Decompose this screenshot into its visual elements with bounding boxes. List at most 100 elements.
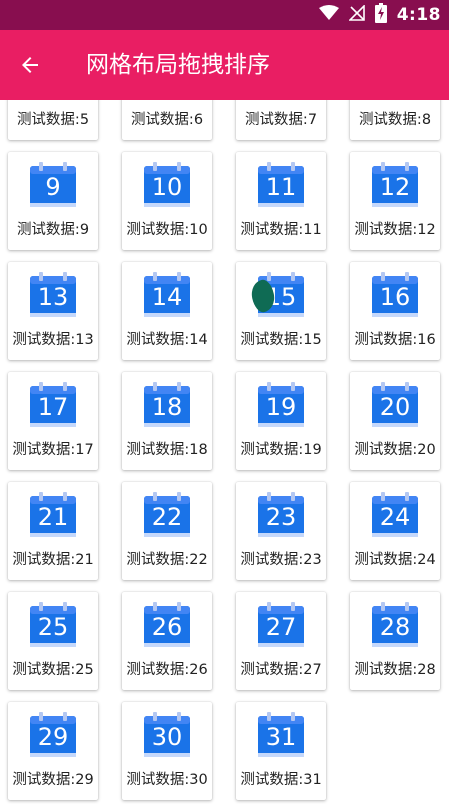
grid-item-card[interactable]: 19 测试数据:19 xyxy=(236,372,326,470)
grid-item-label: 测试数据:31 xyxy=(240,772,322,788)
grid-item-label: 测试数据:13 xyxy=(12,332,94,348)
calendar-icon: 15 xyxy=(248,270,305,318)
sortable-grid[interactable]: 测试数据:5 测试数据:6 测试数据:7 测试数据:8 9 测试数据:9 10 测试数据:10… xyxy=(0,100,449,804)
grid-item-label: 测试数据:22 xyxy=(126,552,208,568)
calendar-icon: 27 xyxy=(257,600,305,648)
calendar-day-number: 10 xyxy=(151,173,183,201)
grid-item-card[interactable]: 30 测试数据:30 xyxy=(122,702,212,800)
calendar-day-number: 13 xyxy=(37,283,69,311)
grid-item-label: 测试数据:28 xyxy=(354,662,436,678)
page-title: 网格布局拖拽排序 xyxy=(86,52,270,78)
grid-item-label: 测试数据:23 xyxy=(240,552,322,568)
calendar-day-number: 12 xyxy=(379,173,411,201)
wifi-icon xyxy=(318,5,339,25)
grid-item-card[interactable]: 9 测试数据:9 xyxy=(8,152,98,250)
grid-item-label: 测试数据:25 xyxy=(12,662,94,678)
grid-item-card[interactable]: 14 测试数据:14 xyxy=(122,262,212,360)
grid-item-label: 测试数据:18 xyxy=(126,442,208,458)
grid-item-label: 测试数据:29 xyxy=(12,772,94,788)
grid-item-card[interactable]: 17 测试数据:17 xyxy=(8,372,98,470)
app-bar: 网格布局拖拽排序 xyxy=(0,30,449,100)
grid-item-card[interactable]: 测试数据:6 xyxy=(122,100,212,140)
calendar-icon: 31 xyxy=(257,710,305,758)
grid-item-label: 测试数据:24 xyxy=(354,552,436,568)
grid-item-card[interactable]: 15 测试数据:15 xyxy=(236,262,326,360)
status-time: 4:18 xyxy=(396,5,441,25)
grid-item-label: 测试数据:21 xyxy=(12,552,94,568)
grid-item-card[interactable]: 测试数据:8 xyxy=(350,100,440,140)
status-icons: 4:18 xyxy=(318,0,441,30)
grid-item-card[interactable]: 29 测试数据:29 xyxy=(8,702,98,800)
calendar-icon: 26 xyxy=(143,600,191,648)
grid-item-card[interactable]: 22 测试数据:22 xyxy=(122,482,212,580)
grid-item-card[interactable]: 31 测试数据:31 xyxy=(236,702,326,800)
grid-item-label: 测试数据:16 xyxy=(354,332,436,348)
calendar-day-number: 28 xyxy=(379,613,411,641)
calendar-day-number: 24 xyxy=(379,503,411,531)
grid-item-label: 测试数据:8 xyxy=(358,112,432,128)
calendar-icon: 10 xyxy=(143,160,191,208)
grid-item-card[interactable]: 28 测试数据:28 xyxy=(350,592,440,690)
calendar-icon: 28 xyxy=(371,600,419,648)
grid-item-label: 测试数据:11 xyxy=(240,222,322,238)
calendar-icon: 24 xyxy=(371,490,419,538)
grid-item-card[interactable]: 11 测试数据:11 xyxy=(236,152,326,250)
arrow-left-icon xyxy=(22,57,38,73)
calendar-icon: 16 xyxy=(371,270,419,318)
calendar-day-number: 20 xyxy=(379,393,411,421)
calendar-day-number: 25 xyxy=(37,613,69,641)
calendar-day-number: 21 xyxy=(37,503,69,531)
grid-item-card[interactable]: 13 测试数据:13 xyxy=(8,262,98,360)
grid-item-label: 测试数据:6 xyxy=(130,112,204,128)
grid-item-label: 测试数据:10 xyxy=(126,222,208,238)
calendar-day-number: 23 xyxy=(265,503,297,531)
status-bar: 4:18 xyxy=(0,0,449,30)
calendar-icon: 17 xyxy=(29,380,77,428)
calendar-day-number: 26 xyxy=(151,613,183,641)
grid-item-label: 测试数据:9 xyxy=(16,222,90,238)
grid-item-card[interactable]: 21 测试数据:21 xyxy=(8,482,98,580)
grid-item-label: 测试数据:30 xyxy=(126,772,208,788)
calendar-icon: 21 xyxy=(29,490,77,538)
calendar-day-number: 29 xyxy=(37,723,69,751)
grid-item-card[interactable]: 20 测试数据:20 xyxy=(350,372,440,470)
grid-item-label: 测试数据:27 xyxy=(240,662,322,678)
calendar-day-number: 17 xyxy=(37,393,69,421)
calendar-day-number: 16 xyxy=(379,283,411,311)
back-button[interactable] xyxy=(14,49,46,81)
calendar-icon: 11 xyxy=(257,160,305,208)
calendar-icon: 30 xyxy=(143,710,191,758)
calendar-day-number: 27 xyxy=(265,613,297,641)
calendar-icon: 14 xyxy=(143,270,191,318)
grid-item-label: 测试数据:15 xyxy=(240,332,322,348)
grid-item-card[interactable]: 12 测试数据:12 xyxy=(350,152,440,250)
grid-item-card[interactable]: 25 测试数据:25 xyxy=(8,592,98,690)
grid-item-label: 测试数据:20 xyxy=(354,442,436,458)
calendar-icon: 18 xyxy=(143,380,191,428)
calendar-day-number: 22 xyxy=(151,503,183,531)
signal-off-icon xyxy=(347,4,365,25)
grid-item-card[interactable]: 16 测试数据:16 xyxy=(350,262,440,360)
calendar-day-number: 14 xyxy=(151,283,183,311)
grid-item-card[interactable]: 26 测试数据:26 xyxy=(122,592,212,690)
grid-item-card[interactable]: 测试数据:5 xyxy=(8,100,98,140)
battery-charging-icon xyxy=(374,3,387,27)
calendar-day-number: 9 xyxy=(45,173,61,201)
calendar-icon: 25 xyxy=(29,600,77,648)
grid-item-card[interactable]: 24 测试数据:24 xyxy=(350,482,440,580)
grid-item-card[interactable]: 10 测试数据:10 xyxy=(122,152,212,250)
calendar-day-number: 11 xyxy=(265,173,297,201)
grid-item-label: 测试数据:26 xyxy=(126,662,208,678)
calendar-icon: 22 xyxy=(143,490,191,538)
calendar-icon: 12 xyxy=(371,160,419,208)
calendar-icon: 19 xyxy=(257,380,305,428)
grid-item-label: 测试数据:7 xyxy=(244,112,318,128)
grid-item-label: 测试数据:12 xyxy=(354,222,436,238)
grid-item-card[interactable]: 测试数据:7 xyxy=(236,100,326,140)
calendar-icon: 13 xyxy=(29,270,77,318)
grid-item-card[interactable]: 27 测试数据:27 xyxy=(236,592,326,690)
calendar-icon: 9 xyxy=(29,160,77,208)
grid-item-label: 测试数据:14 xyxy=(126,332,208,348)
grid-item-card[interactable]: 18 测试数据:18 xyxy=(122,372,212,470)
grid-item-card[interactable]: 23 测试数据:23 xyxy=(236,482,326,580)
